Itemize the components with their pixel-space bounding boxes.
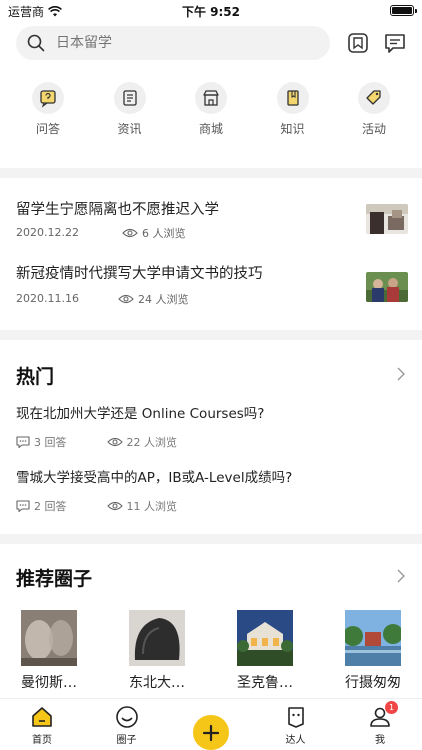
- circle-name: 行摄匆匆: [345, 675, 401, 691]
- category-label: 知识: [280, 122, 305, 136]
- eye-icon: [106, 501, 123, 511]
- answer-count: 3 回答: [16, 434, 67, 450]
- view-count: 22 人浏览: [106, 434, 178, 450]
- shop-icon: [195, 82, 227, 114]
- circle-image: [21, 610, 77, 666]
- circle-name: 东北大…: [129, 675, 185, 691]
- notification-badge: 1: [385, 701, 398, 714]
- tab-label: 圈子: [116, 735, 137, 746]
- smile-icon: [115, 706, 138, 728]
- category-label: 活动: [361, 122, 386, 136]
- category-label: 问答: [35, 122, 60, 136]
- answers-label: 3 回答: [34, 436, 67, 449]
- answers-label: 2 回答: [34, 500, 67, 513]
- tab-home[interactable]: 首页: [10, 699, 74, 750]
- category-label: 资讯: [117, 122, 142, 136]
- article-views: 24 人浏览: [118, 291, 189, 307]
- circle-image: [345, 610, 401, 666]
- circle-image: [129, 610, 185, 666]
- article-date: 2020.11.16: [16, 292, 79, 305]
- tab-label: 首页: [32, 735, 52, 746]
- article-title: 新冠疫情时代撰写大学申请文书的技巧: [16, 266, 263, 282]
- views-count: 24 人浏览: [138, 293, 189, 306]
- tab-label: 达人: [285, 735, 306, 746]
- circle-item[interactable]: 东北大…: [128, 610, 186, 692]
- hot-question-item[interactable]: 雪城大学接受高中的AP，IB或A-Level成绩吗? 2 回答 11 人浏览: [16, 466, 408, 514]
- battery-icon: [390, 5, 417, 16]
- category-row: 问答 资讯 商城 知识 活动: [0, 82, 422, 142]
- circle-item[interactable]: 行摄匆匆: [344, 610, 402, 692]
- category-qa[interactable]: 问答: [20, 82, 76, 142]
- views-label: 11 人浏览: [126, 500, 178, 513]
- circle-list: 曼彻斯… 东北大… 圣克鲁… 行摄匆匆: [0, 610, 422, 692]
- article-date: 2020.12.22: [16, 226, 79, 239]
- search-input[interactable]: [56, 35, 296, 51]
- message-icon[interactable]: [383, 31, 407, 55]
- question-meta: 3 回答 22 人浏览: [16, 434, 408, 450]
- views-count: 6 人浏览: [142, 227, 186, 240]
- circle-image: [237, 610, 293, 666]
- circle-name: 圣克鲁…: [237, 675, 293, 691]
- tag-icon: [358, 82, 390, 114]
- eye-icon: [118, 294, 134, 304]
- comment-icon: [16, 436, 30, 448]
- tab-bar: 首页 圈子 达人 1 我: [0, 698, 422, 750]
- tab-create[interactable]: [179, 699, 243, 750]
- answer-count: 2 回答: [16, 498, 67, 514]
- circles-section-title: 推荐圈子: [16, 568, 93, 590]
- expert-icon: [287, 707, 304, 728]
- article-views: 6 人浏览: [122, 225, 186, 241]
- view-count: 11 人浏览: [106, 498, 178, 514]
- category-knowledge[interactable]: 知识: [265, 82, 321, 142]
- category-news[interactable]: 资讯: [102, 82, 158, 142]
- question-title: 现在北加州大学还是 Online Courses吗?: [16, 406, 265, 422]
- book-icon: [276, 82, 309, 114]
- chevron-right-icon[interactable]: [396, 367, 406, 381]
- clock: 下午 9:52: [181, 5, 241, 19]
- tab-circles[interactable]: 圈子: [95, 699, 159, 750]
- plus-icon[interactable]: [193, 715, 229, 750]
- article-item[interactable]: 新冠疫情时代撰写大学申请文书的技巧 2020.11.16 24 人浏览: [16, 262, 408, 312]
- question-meta: 2 回答 11 人浏览: [16, 498, 408, 514]
- tab-label: 我: [375, 735, 385, 746]
- bookmark-icon[interactable]: [346, 31, 370, 55]
- hot-section-title: 热门: [16, 366, 55, 388]
- section-divider: [0, 168, 422, 178]
- article-title: 留学生宁愿隔离也不愿推迟入学: [16, 202, 219, 218]
- article-thumbnail: [366, 204, 408, 234]
- category-shop[interactable]: 商城: [183, 82, 239, 142]
- search-bar[interactable]: [16, 26, 330, 60]
- home-icon: [32, 707, 52, 727]
- circle-item[interactable]: 曼彻斯…: [20, 610, 78, 692]
- search-icon: [16, 34, 56, 52]
- section-divider: [0, 330, 422, 340]
- eye-icon: [106, 437, 123, 447]
- comment-icon: [16, 500, 30, 512]
- status-bar: 运营商 下午 9:52: [0, 0, 422, 22]
- circle-name: 曼彻斯…: [21, 675, 77, 691]
- question-title: 雪城大学接受高中的AP，IB或A-Level成绩吗?: [16, 470, 293, 486]
- eye-icon: [122, 228, 138, 238]
- article-thumbnail: [366, 272, 408, 302]
- tab-me[interactable]: 1 我: [348, 699, 412, 750]
- chevron-right-icon[interactable]: [396, 569, 406, 583]
- circle-item[interactable]: 圣克鲁…: [236, 610, 294, 692]
- views-label: 22 人浏览: [126, 436, 178, 449]
- section-divider: [0, 534, 422, 544]
- qa-icon: [32, 82, 64, 114]
- article-item[interactable]: 留学生宁愿隔离也不愿推迟入学 2020.12.22 6 人浏览: [16, 198, 408, 248]
- hot-question-item[interactable]: 现在北加州大学还是 Online Courses吗? 3 回答 22 人浏览: [16, 402, 408, 450]
- news-icon: [113, 82, 146, 114]
- tab-experts[interactable]: 达人: [264, 699, 328, 750]
- category-events[interactable]: 活动: [346, 82, 402, 142]
- category-label: 商城: [198, 122, 223, 136]
- profile-icon-wrap: 1: [368, 701, 398, 729]
